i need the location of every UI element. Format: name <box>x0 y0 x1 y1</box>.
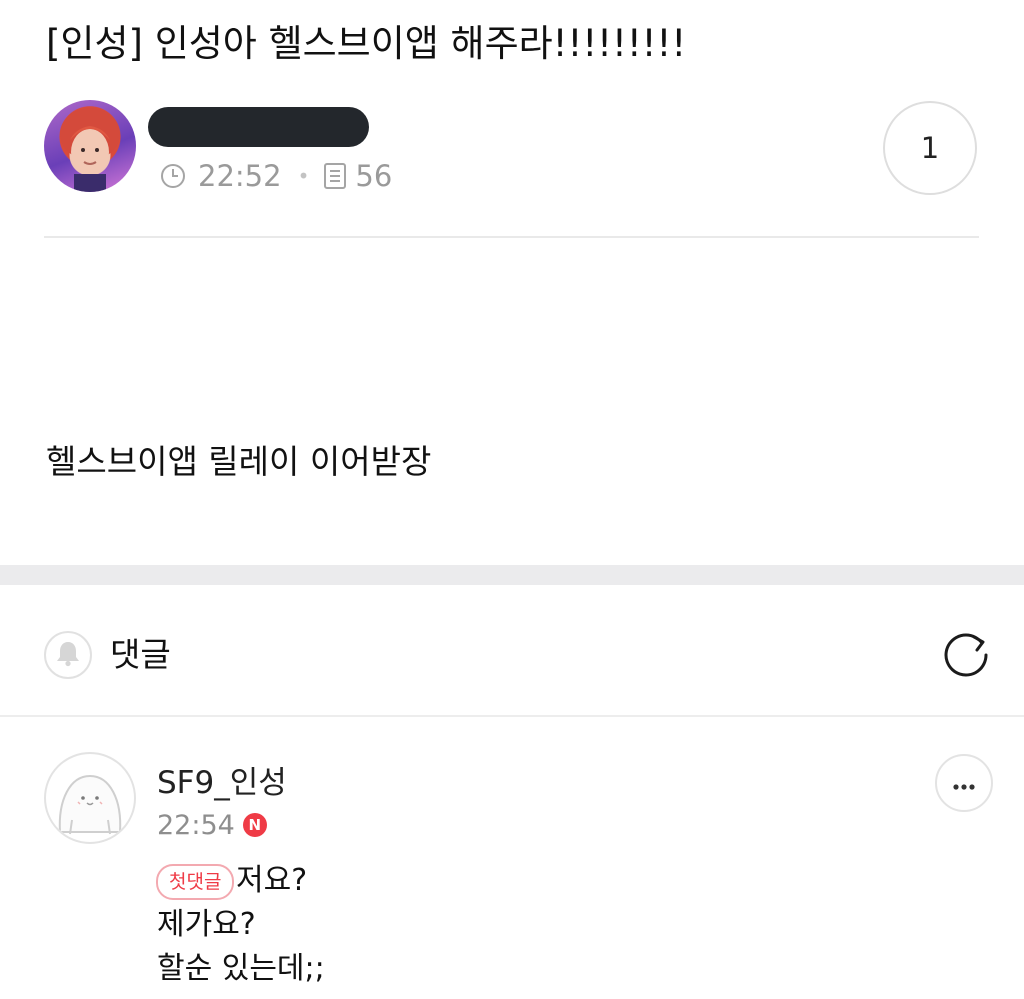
comment-notify-button[interactable] <box>44 631 92 679</box>
comment-more-button[interactable] <box>935 754 993 812</box>
author-avatar[interactable] <box>44 100 136 192</box>
comments-title: 댓글 <box>110 635 171 674</box>
comment-time: 22:54 <box>157 809 235 841</box>
comment-text-line: 할순 있는데;; <box>157 951 325 986</box>
comment-author[interactable]: SF9_인성 <box>157 762 287 804</box>
more-icon <box>952 768 976 798</box>
document-icon <box>323 163 347 189</box>
comments-divider <box>0 715 1024 717</box>
author-name-redacted <box>148 107 369 147</box>
post-time: 22:52 <box>198 159 282 193</box>
first-comment-badge: 첫댓글 <box>156 864 235 900</box>
clock-icon <box>160 163 186 189</box>
like-button[interactable]: 1 <box>883 101 977 195</box>
refresh-icon <box>938 633 994 687</box>
meta-separator: • <box>297 164 310 188</box>
comment-meta: 22:54 N <box>157 806 267 844</box>
post-view-count: 56 <box>355 159 393 193</box>
new-badge: N <box>242 813 267 837</box>
header-divider <box>44 236 979 238</box>
comment-text-line: 저요? <box>236 863 308 898</box>
comment-text-line: 제가요? <box>157 907 256 942</box>
post-body: 헬스브이앱 릴레이 이어받장 <box>46 442 432 481</box>
post-meta: 22:52 • 56 <box>160 156 392 196</box>
refresh-button[interactable] <box>938 627 994 683</box>
avatar-portrait <box>60 108 120 192</box>
post-title: [인성] 인성아 헬스브이앱 해주라!!!!!!!!! <box>46 22 687 65</box>
section-separator <box>0 565 1024 585</box>
mascot-icon <box>58 774 122 835</box>
bell-icon <box>55 639 81 671</box>
like-count: 1 <box>920 131 940 165</box>
commenter-avatar[interactable] <box>44 752 136 844</box>
